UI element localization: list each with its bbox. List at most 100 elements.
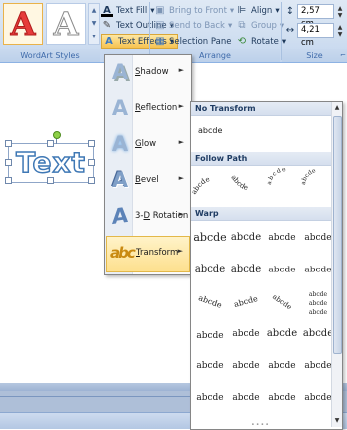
- menu-item-bevel-label: Bevel: [135, 175, 159, 185]
- resize-grip-icon[interactable]: ∙∙∙∙: [251, 421, 270, 428]
- menu-item-transform-label: Transform: [136, 248, 179, 258]
- resize-handle-bottom-right[interactable]: [88, 177, 95, 184]
- warp-can-up[interactable]: abcde: [265, 320, 299, 348]
- scroll-up-icon[interactable]: ▲: [89, 4, 99, 17]
- glow-icon: A: [111, 132, 129, 156]
- text-effects-menu: A Shadow ► A Reflection ► A Glow ► A Bev…: [104, 54, 192, 275]
- warp-wave-1[interactable]: abcde: [193, 352, 227, 380]
- dropdown-arrow-icon: ▾: [275, 6, 280, 16]
- warp-curve-down[interactable]: abcde: [229, 320, 263, 348]
- submenu-arrow-icon: ►: [178, 210, 184, 218]
- follow-path-circle[interactable]: abcde: [266, 167, 287, 185]
- warp-square[interactable]: abcde: [193, 224, 227, 252]
- height-spinner-icon[interactable]: ▲ ▼: [335, 5, 345, 19]
- send-to-back-icon: ▤: [155, 20, 165, 31]
- warp-ring-inside[interactable]: abcde: [265, 260, 299, 280]
- transform-icon: abc: [110, 244, 136, 262]
- resize-handle-left[interactable]: [5, 159, 12, 166]
- rotation-handle[interactable]: [53, 131, 61, 139]
- follow-path-arch-up[interactable]: abcde: [191, 175, 211, 196]
- shape-height-input[interactable]: 2,57 cm ▲▼: [297, 4, 342, 29]
- no-transform-option[interactable]: abcde: [198, 126, 222, 135]
- warp-circle[interactable]: abcde: [260, 281, 304, 323]
- reflection-icon: A: [111, 96, 129, 120]
- warp-deflate-bottom[interactable]: abcde: [301, 384, 335, 412]
- width-spinner-icon[interactable]: ▲ ▼: [335, 24, 345, 38]
- warp-double-wave-1[interactable]: abcde: [265, 352, 299, 380]
- shadow-icon: A: [111, 60, 129, 84]
- scroll-down-icon[interactable]: ▼: [89, 17, 99, 30]
- send-to-back-label: Send to Back: [169, 21, 225, 31]
- align-button[interactable]: ⊫ Align ▾: [236, 4, 280, 18]
- svg-text:abcde: abcde: [191, 175, 211, 196]
- scrollbar-thumb[interactable]: [333, 116, 342, 354]
- menu-item-reflection[interactable]: A Reflection ►: [106, 92, 190, 126]
- warp-inflate-bottom[interactable]: abcde: [265, 384, 299, 412]
- svg-text:abcde: abcde: [229, 174, 249, 192]
- send-to-back-button[interactable]: ▤ Send to Back ▾: [154, 19, 232, 33]
- warp-button[interactable]: abcde abcde abcde: [301, 288, 335, 318]
- resize-handle-top[interactable]: [47, 140, 54, 147]
- gallery-scrollbar[interactable]: ▲ ▼: [331, 102, 342, 427]
- group-label: Group: [251, 21, 277, 31]
- shape-width-icon: ↔: [285, 25, 295, 36]
- rotate-button[interactable]: ⟲ Rotate ▾: [236, 35, 286, 49]
- bring-to-front-button[interactable]: ▣ Bring to Front ▾: [154, 4, 234, 18]
- menu-item-3d-rotation[interactable]: A 3-D Rotation ►: [106, 200, 190, 234]
- section-header-follow-path: Follow Path: [191, 152, 335, 166]
- selection-pane-button[interactable]: ▦ Selection Pane: [154, 35, 231, 49]
- menu-item-glow[interactable]: A Glow ►: [106, 128, 190, 162]
- dropdown-arrow-icon: ▾: [281, 37, 287, 47]
- scroll-down-icon[interactable]: ▼: [332, 415, 342, 427]
- dropdown-arrow-icon: ▾: [227, 21, 233, 31]
- section-header-warp: Warp: [191, 207, 335, 221]
- menu-item-reflection-label: Reflection: [135, 103, 178, 113]
- rotate-label: Rotate: [251, 37, 279, 47]
- resize-handle-right[interactable]: [88, 159, 95, 166]
- wordart-style-red[interactable]: A: [3, 3, 43, 45]
- more-styles-icon[interactable]: ▾: [89, 30, 99, 43]
- resize-handle-top-right[interactable]: [88, 140, 95, 147]
- wordart-style-white-glyph: A: [53, 5, 79, 44]
- follow-path-button[interactable]: abcde: [300, 167, 317, 185]
- menu-item-shadow[interactable]: A Shadow ►: [106, 56, 190, 90]
- follow-path-arch-down[interactable]: abcde: [229, 174, 249, 192]
- warp-curve-up[interactable]: abcde: [193, 320, 227, 348]
- resize-handle-bottom-left[interactable]: [5, 177, 12, 184]
- resize-handle-top-left[interactable]: [5, 140, 12, 147]
- warp-triangle-up[interactable]: abcde: [265, 224, 299, 252]
- text-effects-icon: A: [105, 35, 113, 47]
- wordart-textbox[interactable]: Text: [5, 131, 95, 184]
- group-button[interactable]: ⧉ Group ▾: [236, 19, 284, 33]
- text-fill-icon: A: [101, 5, 113, 17]
- warp-wave-2[interactable]: abcde: [229, 352, 263, 380]
- bring-to-front-icon: ▣: [155, 5, 165, 16]
- menu-item-transform[interactable]: abc Transform ►: [106, 236, 190, 272]
- resize-handle-bottom[interactable]: [47, 177, 54, 184]
- group-label-size: Size: [282, 49, 347, 62]
- warp-deflate[interactable]: abcde: [229, 384, 263, 412]
- submenu-arrow-icon: ►: [178, 174, 184, 182]
- menu-item-bevel[interactable]: A Bevel ►: [106, 164, 190, 198]
- transform-gallery: No Transform abcde Follow Path abcde abc…: [190, 101, 343, 430]
- warp-arch-up[interactable]: abcde: [189, 283, 231, 321]
- wordart-style-white[interactable]: A: [46, 3, 86, 45]
- shape-width-value: 4,21 cm: [301, 25, 320, 48]
- dialog-launcher-icon[interactable]: ⌐: [340, 51, 346, 59]
- warp-chevron-down[interactable]: abcde: [229, 256, 263, 284]
- warp-double-wave-2[interactable]: abcde: [301, 352, 335, 380]
- scroll-up-icon[interactable]: ▲: [332, 102, 342, 114]
- warp-can-down[interactable]: abcde: [301, 320, 335, 348]
- warp-inflate[interactable]: abcde: [193, 384, 227, 412]
- warp-chevron-up[interactable]: abcde: [193, 256, 227, 284]
- group-icon: ⧉: [238, 20, 246, 31]
- warp-triangle-down[interactable]: abcde: [301, 224, 335, 252]
- wordart-style-red-glyph: A: [10, 5, 36, 44]
- shape-width-input[interactable]: 4,21 cm ▲ ▼: [297, 23, 342, 48]
- svg-text:abcde: abcde: [266, 167, 287, 185]
- warp-ring-outside[interactable]: abcde: [301, 260, 335, 280]
- bring-to-front-label: Bring to Front: [169, 6, 227, 16]
- warp-stop[interactable]: abcde: [229, 224, 263, 252]
- text-fill-button[interactable]: A Text Fill ▾: [101, 4, 155, 18]
- wordart-styles-scroll[interactable]: ▲ ▼ ▾: [88, 3, 100, 45]
